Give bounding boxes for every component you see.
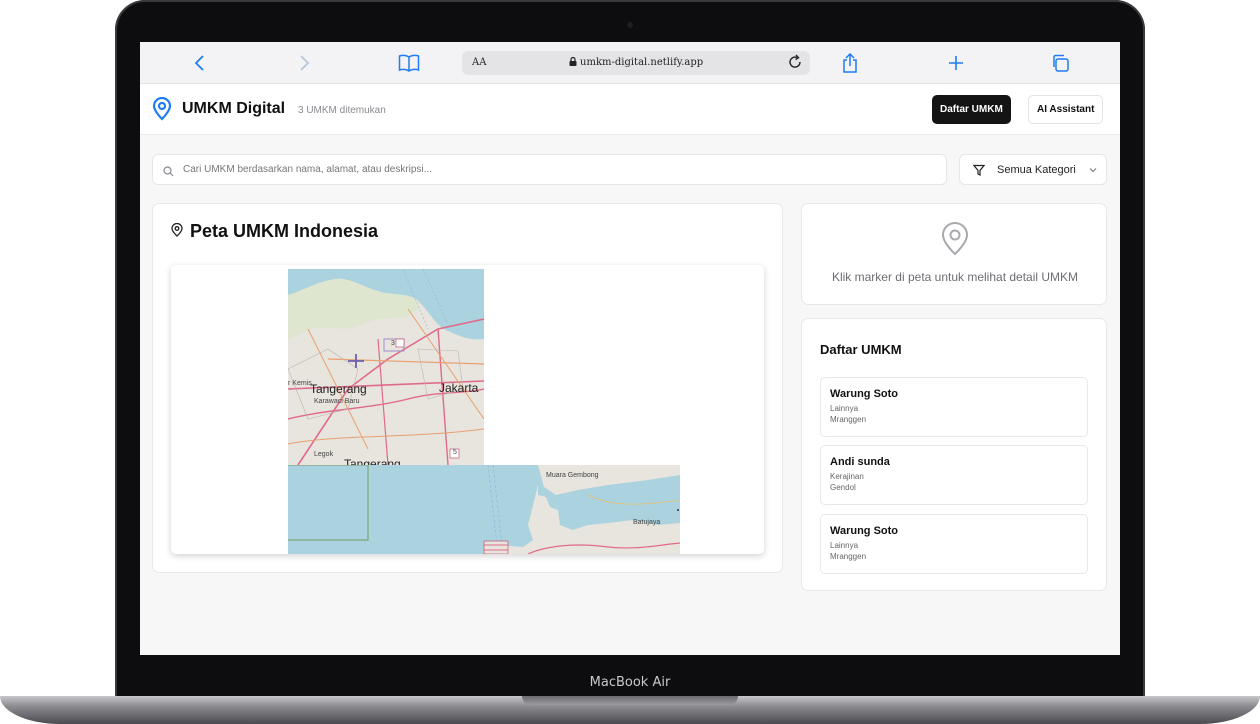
list-item[interactable]: Andi sunda Kerajinan Gendol [820,445,1088,505]
map-label-muara-gembong: Muara Gembong [546,472,599,479]
forward-icon[interactable] [292,51,316,75]
umkm-list-title: Daftar UMKM [820,342,902,357]
app-header: UMKM Digital 3 UMKM ditemukan Daftar UMK… [140,84,1120,135]
app-title: UMKM Digital [182,100,286,117]
map-label-tangerang-selatan: Tangerang [344,457,401,465]
lock-icon [569,56,580,68]
screen: AA umkm-digital.netlify.app UMKM Digital… [140,42,1120,655]
map-card: Peta UMKM Indonesia 3 5 r Kemis Tangeran… [152,203,783,573]
share-icon[interactable] [838,51,862,75]
list-item[interactable]: Warung Soto Lainnya Mranggen [820,377,1088,437]
umkm-name: Warung Soto [830,525,899,537]
map-label-jakarta: Jakarta [439,381,479,395]
browser-toolbar: AA umkm-digital.netlify.app [140,42,1120,84]
map-tile-jakarta[interactable]: 3 5 r Kemis Tangerang Jakarta Karawaci B… [288,269,484,465]
umkm-list-card: Daftar UMKM Warung Soto Lainnya Mranggen… [801,318,1107,591]
map-tile-sea[interactable]: Muara Gembong Batujaya [288,465,680,554]
map-pin-icon [152,96,172,126]
umkm-name: Warung Soto [830,388,899,400]
map-pin-placeholder-icon [940,222,970,261]
umkm-category: Lainnya [830,404,859,413]
umkm-name: Andi sunda [830,456,890,468]
umkm-category: Lainnya [830,541,859,550]
search-icon [163,164,174,182]
detail-card: Klik marker di peta untuk melihat detail… [801,203,1107,305]
map-label-karawaci: Karawaci Baru [314,398,360,405]
category-selected: Semua Kategori [997,164,1076,176]
map-label-batujaya: Batujaya [633,519,661,526]
ai-assistant-button[interactable]: AI Assistant [1028,95,1104,124]
search-input[interactable] [183,155,923,184]
laptop-notch [522,696,738,705]
umkm-location: Gendol [830,483,856,492]
location-icon [171,221,183,242]
tabs-icon[interactable] [1048,51,1072,75]
camera-dot [627,22,633,28]
bookmarks-icon[interactable] [397,51,421,75]
umkm-location: Mranggen [830,415,867,424]
map-title: Peta UMKM Indonesia [171,221,378,242]
road-shield-5: 5 [453,449,457,456]
umkm-category: Kerajinan [830,472,864,481]
road-shield-3: 3 [391,340,395,347]
map-view[interactable]: 3 5 r Kemis Tangerang Jakarta Karawaci B… [171,265,764,554]
map-tile-sea-graphic [288,465,680,554]
detail-hint: Klik marker di peta untuk melihat detail… [831,270,1079,284]
new-tab-icon[interactable] [944,51,968,75]
reload-icon[interactable] [788,54,802,73]
map-tile-graphic [288,269,484,465]
address-bar[interactable]: AA umkm-digital.netlify.app [462,51,810,75]
chevron-down-icon [1089,165,1097,175]
map-label-tangerang: Tangerang [310,382,367,396]
map-label-kemis: r Kemis [288,380,312,387]
search-box [152,154,947,185]
map-label-legok: Legok [314,451,334,458]
device-label: MacBook Air [589,675,671,690]
back-icon[interactable] [188,51,212,75]
umkm-location: Mranggen [830,552,867,561]
umkm-count: 3 UMKM ditemukan [298,105,386,116]
daftar-umkm-button[interactable]: Daftar UMKM [932,95,1011,124]
filter-icon [972,164,986,179]
list-item[interactable]: Warung Soto Lainnya Mranggen [820,514,1088,574]
url-text: umkm-digital.netlify.app [462,56,810,68]
category-select[interactable]: Semua Kategori [959,154,1107,185]
